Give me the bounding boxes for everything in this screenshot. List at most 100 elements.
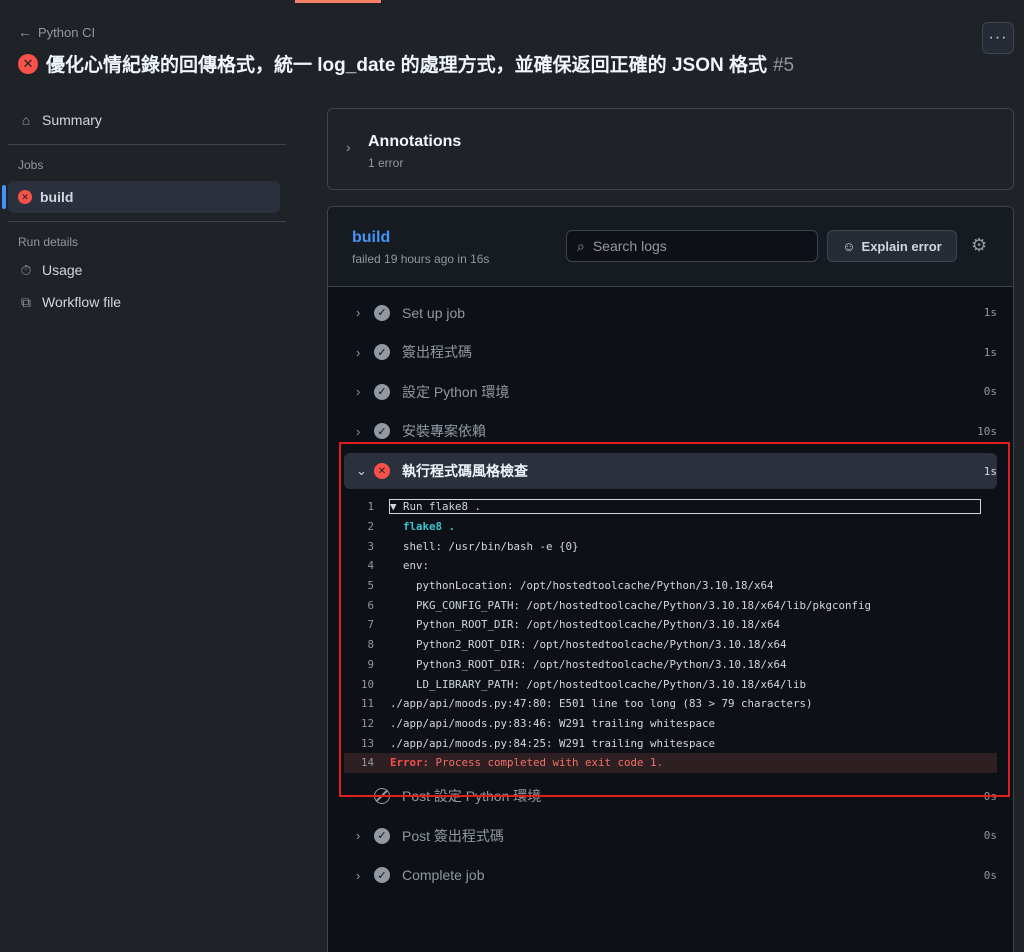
log-line[interactable]: 6 PKG_CONFIG_PATH: /opt/hostedtoolcache/… <box>344 595 997 615</box>
step-row-expanded[interactable]: ⌄ ✕ 執行程式碼風格檢查 1s <box>344 453 997 489</box>
log-line[interactable]: 12 ./app/api/moods.py:83:46: W291 trailin… <box>344 714 997 734</box>
check-circle-fill-icon: ✓ <box>374 827 390 844</box>
step-row[interactable]: › ✓ Set up job 1s <box>344 293 997 333</box>
step-duration: 10s <box>977 424 997 438</box>
sidebar-item-label: Usage <box>42 262 83 278</box>
step-row[interactable]: › ✓ Complete job 0s <box>344 856 997 896</box>
sidebar-divider <box>8 144 286 145</box>
sidebar-item-label: Summary <box>42 112 102 128</box>
log-line-text: Python3_ROOT_DIR: /opt/hostedtoolcache/P… <box>390 657 787 671</box>
log-line-number[interactable]: 13 <box>344 737 390 750</box>
log-line-text: Python2_ROOT_DIR: /opt/hostedtoolcache/P… <box>390 638 787 652</box>
log-line[interactable]: 13 ./app/api/moods.py:84:25: W291 trailin… <box>344 733 997 753</box>
log-line[interactable]: 4 env: <box>344 556 997 576</box>
step-label: 簽出程式碼 <box>402 344 472 361</box>
step-row[interactable]: › ✓ 安裝專案依賴 10s <box>344 412 997 452</box>
check-circle-fill-icon: ✓ <box>374 867 390 884</box>
step-row[interactable]: Post 設定 Python 環境 0s <box>344 777 997 817</box>
log-line-text: PKG_CONFIG_PATH: /opt/hostedtoolcache/Py… <box>390 598 872 612</box>
sidebar-item-workflow-file[interactable]: ⧉ Workflow file <box>0 286 290 318</box>
step-duration: 1s <box>983 306 997 320</box>
chevron-right-icon: › <box>356 828 361 844</box>
job-header: build failed 19 hours ago in 16s ⌕ Searc… <box>328 207 1013 287</box>
log-line-number[interactable]: 8 <box>344 638 390 651</box>
log-line-number[interactable]: 12 <box>344 717 390 730</box>
sidebar: ⌂ Summary Jobs ✕ build Run details ⏱ Usa… <box>0 104 290 318</box>
step-row[interactable]: › ✓ 設定 Python 環境 0s <box>344 372 997 412</box>
search-icon: ⌕ <box>577 237 585 254</box>
tab-underline-accent <box>295 0 381 3</box>
log-line-number[interactable]: 14 <box>344 756 390 769</box>
annotations-title: Annotations <box>368 133 462 150</box>
log-line-number[interactable]: 11 <box>344 697 390 710</box>
log-line-text: ./app/api/moods.py:47:80: E501 line too … <box>390 697 813 711</box>
step-label: 執行程式碼風格檢查 <box>402 463 528 479</box>
kebab-horizontal-icon: ··· <box>988 29 1008 46</box>
file-code-icon: ⧉ <box>21 293 31 310</box>
more-actions-button[interactable]: ··· <box>982 22 1014 54</box>
log-line[interactable]: 14 Error: Process completed with exit cod… <box>344 752 997 773</box>
log-line-number[interactable]: 6 <box>344 599 390 612</box>
step-duration: 0s <box>983 868 997 882</box>
step-duration: 1s <box>983 345 997 359</box>
job-log-panel: build failed 19 hours ago in 16s ⌕ Searc… <box>327 206 1014 952</box>
sidebar-divider <box>8 221 286 222</box>
search-placeholder: Search logs <box>592 238 667 254</box>
x-circle-fill-icon: ✕ <box>374 463 390 479</box>
gear-icon[interactable]: ⚙ <box>971 235 987 256</box>
log-line-number[interactable]: 9 <box>344 658 390 671</box>
step-row[interactable]: › ✓ Post 簽出程式碼 0s <box>344 816 997 856</box>
back-link[interactable]: ← Python CI <box>18 22 1024 42</box>
check-circle-fill-icon: ✓ <box>374 423 390 440</box>
log-line-number[interactable]: 7 <box>344 618 390 631</box>
sidebar-item-build[interactable]: ✕ build <box>2 181 280 213</box>
log-line[interactable]: 8 Python2_ROOT_DIR: /opt/hostedtoolcache… <box>344 635 997 655</box>
job-name: build <box>352 229 391 246</box>
check-circle-fill-icon: ✓ <box>374 304 390 321</box>
job-status-text: failed 19 hours ago in 16s <box>352 252 490 266</box>
log-line[interactable]: 1 ▼ Run flake8 . <box>344 497 997 517</box>
error-message: Process completed with exit code 1. <box>429 756 664 770</box>
step-label: 設定 Python 環境 <box>402 383 510 400</box>
annotations-panel[interactable]: › Annotations 1 error <box>327 108 1014 190</box>
explain-error-button[interactable]: ☺ Explain error <box>827 230 957 262</box>
search-logs-input[interactable]: ⌕ Search logs <box>566 230 818 262</box>
log-line-text: Error: Process completed with exit code … <box>390 756 663 769</box>
log-line[interactable]: 10 LD_LIBRARY_PATH: /opt/hostedtoolcache… <box>344 674 997 694</box>
log-line-text: ▼ Run flake8 . <box>389 499 981 515</box>
chevron-right-icon: › <box>356 423 361 439</box>
step-duration: 0s <box>983 385 997 399</box>
log-line[interactable]: 9 Python3_ROOT_DIR: /opt/hostedtoolcache… <box>344 655 997 675</box>
log-line[interactable]: 11 ./app/api/moods.py:47:80: E501 line to… <box>344 694 997 714</box>
log-line-text: Python_ROOT_DIR: /opt/hostedtoolcache/Py… <box>390 618 781 632</box>
chevron-right-icon: › <box>356 867 361 883</box>
chevron-right-icon: › <box>356 384 361 400</box>
log-line-number[interactable]: 10 <box>344 678 390 691</box>
explain-error-label: Explain error <box>861 238 942 254</box>
run-title: 優化心情紀錄的回傳格式，統一 log_date 的處理方式，並確保返回正確的 J… <box>46 55 767 76</box>
log-line-number[interactable]: 4 <box>344 559 390 572</box>
log-line-number[interactable]: 3 <box>344 540 390 553</box>
log-line[interactable]: 7 Python_ROOT_DIR: /opt/hostedtoolcache/… <box>344 615 997 635</box>
chevron-right-icon: › <box>346 139 351 155</box>
log-line-text: ./app/api/moods.py:84:25: W291 trailing … <box>390 736 716 750</box>
step-log: 1 ▼ Run flake8 .2 flake8 .3 shell: /usr/b… <box>344 497 997 773</box>
log-line[interactable]: 2 flake8 . <box>344 517 997 537</box>
step-row[interactable]: › ✓ 簽出程式碼 1s <box>344 333 997 373</box>
step-label: Post 設定 Python 環境 <box>402 788 542 805</box>
log-line[interactable]: 5 pythonLocation: /opt/hostedtoolcache/P… <box>344 576 997 596</box>
x-circle-fill-icon: ✕ <box>18 53 38 74</box>
copilot-icon: ☺ <box>842 238 856 254</box>
log-line-number[interactable]: 2 <box>344 520 390 533</box>
arrow-left-icon: ← <box>18 24 32 40</box>
log-line-number[interactable]: 5 <box>344 579 390 592</box>
log-line[interactable]: 3 shell: /usr/bin/bash -e {0} <box>344 536 997 556</box>
log-line-text: env: <box>390 559 430 573</box>
log-line-number[interactable]: 1 <box>344 500 390 513</box>
run-number: #5 <box>772 55 795 76</box>
sidebar-item-usage[interactable]: ⏱ Usage <box>0 254 290 286</box>
sidebar-item-label: build <box>40 189 74 205</box>
chevron-right-icon: › <box>356 305 361 321</box>
sidebar-item-summary[interactable]: ⌂ Summary <box>0 104 290 136</box>
log-line-text: pythonLocation: /opt/hostedtoolcache/Pyt… <box>390 579 774 593</box>
